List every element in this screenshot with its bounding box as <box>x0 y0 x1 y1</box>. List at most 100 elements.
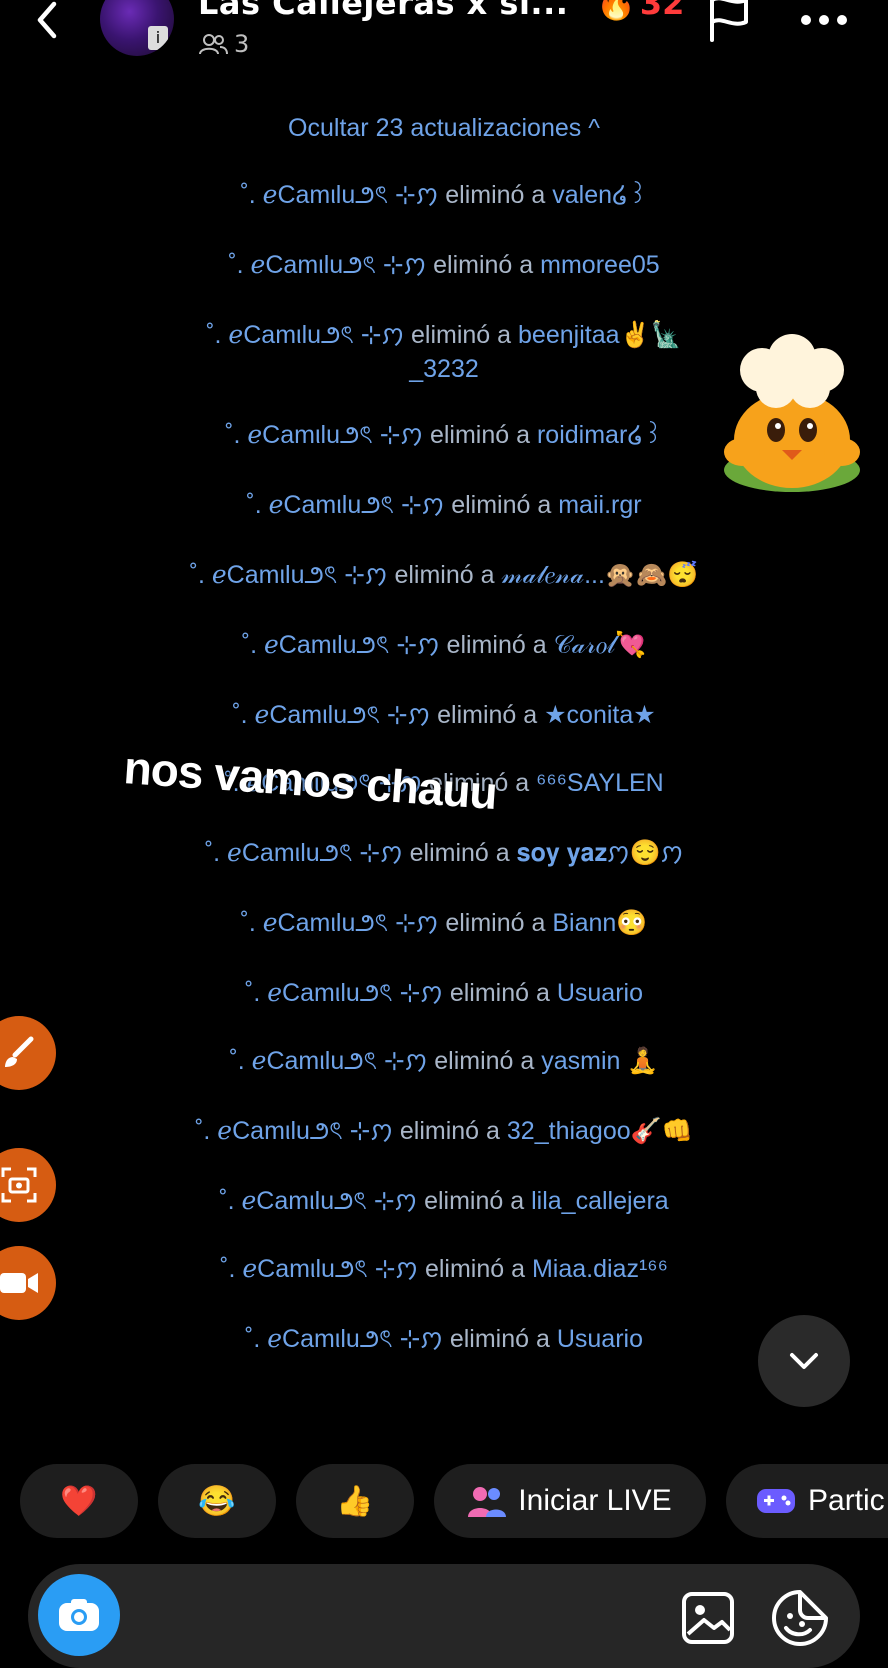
update-actor[interactable]: ˚. ℯCamιlu౨ৎ ⊹ꩀ <box>245 979 443 1007</box>
start-live-button[interactable]: Iniciar LIVE <box>434 1464 706 1538</box>
chevron-down-icon <box>790 1353 818 1369</box>
update-actor[interactable]: ˚. ℯCamιlu౨ৎ ⊹ꩀ <box>190 561 388 589</box>
update-target[interactable]: Miaa.diaz¹⁶⁶ <box>532 1255 668 1283</box>
heart-icon: ❤️ <box>60 1484 98 1518</box>
quick-reply-thumbs-up[interactable]: 👍 <box>296 1464 414 1538</box>
update-row: ˚. ℯCamιlu౨ৎ ⊹ꩀ eliminó a 32_thiagoo🎸👊 <box>0 1114 888 1148</box>
gallery-button[interactable] <box>680 1590 736 1646</box>
update-row: ˚. ℯCamιlu౨ৎ ⊹ꩀ eliminó a Biann😳 <box>0 906 888 940</box>
update-actor[interactable]: ˚. ℯCamιlu౨ৎ ⊹ꩀ <box>205 839 403 867</box>
update-target[interactable]: 32_thiagoo🎸👊 <box>507 1117 693 1145</box>
update-row: ˚. ℯCamιlu౨ৎ ⊹ꩀ eliminó a ★conita★ <box>0 698 888 732</box>
update-target[interactable]: mmoree05 <box>540 251 660 279</box>
update-target[interactable]: Biann😳 <box>552 909 647 937</box>
update-actor[interactable]: ˚. ℯCamιlu౨ৎ ⊹ꩀ <box>241 909 439 937</box>
laughing-face-icon: 😂 <box>198 1484 236 1518</box>
update-verb: eliminó a <box>399 1117 500 1145</box>
update-target-continued[interactable]: _3232 <box>409 355 479 383</box>
more-icon <box>801 15 847 25</box>
report-button[interactable] <box>706 0 752 42</box>
update-target[interactable]: ★conita★ <box>544 701 656 729</box>
update-actor[interactable]: ˚. ℯCamιlu౨ৎ ⊹ꩀ <box>240 181 438 209</box>
camera-icon <box>59 1599 99 1631</box>
update-actor[interactable]: ˚. ℯCamιlu౨ৎ ⊹ꩀ <box>242 631 440 659</box>
image-gallery-icon <box>682 1592 734 1644</box>
chick-sticker[interactable] <box>712 330 872 500</box>
update-row: ˚. ℯCamιlu౨ৎ ⊹ꩀ eliminó a 𝓂𝒶𝓁𝑒𝓃𝒶...🙊🙈😴 <box>0 558 888 592</box>
update-verb: eliminó a <box>451 491 552 519</box>
back-button[interactable] <box>28 0 68 40</box>
update-actor[interactable]: ˚. ℯCamιlu౨ৎ ⊹ꩀ <box>219 1187 417 1215</box>
streak-count: 32 <box>639 0 685 22</box>
people-icon <box>199 34 228 55</box>
update-target[interactable]: 𝐬𝐨𝐲 𝐲𝐚𝐳ꩀ😌ꩀ <box>517 839 684 867</box>
update-row: ˚. ℯCamιlu౨ৎ ⊹ꩀ eliminó a 𝐬𝐨𝐲 𝐲𝐚𝐳ꩀ😌ꩀ <box>0 836 888 870</box>
update-actor[interactable]: ˚. ℯCamιlu౨ৎ ⊹ꩀ <box>228 251 426 279</box>
fire-icon: 🔥 <box>596 0 636 22</box>
update-row: ˚. ℯCamιlu౨ৎ ⊹ꩀ eliminó a Usuario <box>0 976 888 1010</box>
update-verb: eliminó a <box>429 421 531 449</box>
streak-badge[interactable]: 🔥 32 <box>596 0 684 22</box>
update-target[interactable]: Usuario <box>557 1325 643 1353</box>
scroll-down-button[interactable] <box>758 1315 850 1407</box>
overlay-caption: nos vamos chauu <box>122 741 499 819</box>
update-actor[interactable]: ˚. ℯCamιlu౨ৎ ⊹ꩀ <box>206 321 404 349</box>
update-row: ˚. ℯCamιlu౨ৎ ⊹ꩀ eliminó a valen໒꒱ <box>0 178 888 212</box>
brush-tool-button[interactable] <box>0 1016 56 1090</box>
chick-sticker-icon <box>724 334 860 492</box>
sticker-icon <box>772 1590 828 1646</box>
more-options-button[interactable] <box>798 4 850 34</box>
update-verb: eliminó a <box>394 561 495 589</box>
update-verb: eliminó a <box>434 1047 535 1075</box>
update-actor[interactable]: ˚. ℯCamιlu౨ৎ ⊹ꩀ <box>195 1117 393 1145</box>
start-live-label: Iniciar LIVE <box>518 1484 672 1517</box>
update-actor[interactable]: ˚. ℯCamιlu౨ৎ ⊹ꩀ <box>229 1047 427 1075</box>
hide-updates-toggle[interactable]: Ocultar 23 actualizaciones ^ <box>0 114 888 143</box>
chevron-left-icon <box>37 1 57 39</box>
update-row: ˚. ℯCamιlu౨ৎ ⊹ꩀ eliminó a Usuario <box>0 1322 888 1356</box>
brush-icon <box>5 1036 34 1067</box>
avatar-badge: i <box>148 26 168 50</box>
update-target[interactable]: maii.rgr <box>558 491 641 519</box>
group-avatar[interactable]: i <box>100 0 174 56</box>
update-row: ˚. ℯCamιlu౨ৎ ⊹ꩀ eliminó a 𝒞𝒶𝓇𝑜𝓁💘 <box>0 628 888 662</box>
update-target[interactable]: lila_callejera <box>531 1187 669 1215</box>
update-verb: eliminó a <box>446 631 547 659</box>
update-target[interactable]: ⁶⁶⁶SAYLEN <box>536 769 664 797</box>
update-verb: eliminó a <box>424 1187 525 1215</box>
members-count-label: 3 <box>234 30 250 58</box>
update-row: ˚. ℯCamιlu౨ৎ ⊹ꩀ eliminó a Miaa.diaz¹⁶⁶ <box>0 1252 888 1286</box>
update-row: ˚. ℯCamιlu౨ৎ ⊹ꩀ eliminó a mmoree05 <box>0 248 888 282</box>
update-target[interactable]: Usuario <box>557 979 643 1007</box>
update-actor[interactable]: ˚. ℯCamιlu౨ৎ ⊹ꩀ <box>245 1325 443 1353</box>
quick-reply-heart[interactable]: ❤️ <box>20 1464 138 1538</box>
update-verb: eliminó a <box>437 701 538 729</box>
camera-button[interactable] <box>38 1574 120 1656</box>
update-verb: eliminó a <box>449 979 550 1007</box>
sticker-button[interactable] <box>770 1588 830 1648</box>
update-verb: eliminó a <box>445 909 546 937</box>
update-target[interactable]: beenjitaa✌🗽 <box>518 321 682 349</box>
update-target[interactable]: 𝒞𝒶𝓇𝑜𝓁💘 <box>554 631 647 659</box>
people-live-icon <box>468 1487 507 1517</box>
update-actor[interactable]: ˚. ℯCamιlu౨ৎ ⊹ꩀ <box>220 1255 418 1283</box>
update-target[interactable]: 𝓂𝒶𝓁𝑒𝓃𝒶...🙊🙈😴 <box>501 561 698 589</box>
chat-title[interactable]: Las Callejeras x si... <box>198 0 568 22</box>
update-target[interactable]: roidimar໒꒱ <box>537 421 663 449</box>
members-count[interactable]: 3 <box>198 30 249 58</box>
update-target[interactable]: valen໒꒱ <box>552 181 647 209</box>
update-actor[interactable]: ˚. ℯCamιlu౨ৎ ⊹ꩀ <box>225 421 423 449</box>
update-verb: eliminó a <box>433 251 534 279</box>
update-verb: eliminó a <box>411 321 512 349</box>
update-actor[interactable]: ˚. ℯCamιlu౨ৎ ⊹ꩀ <box>246 491 444 519</box>
flag-icon <box>710 0 748 42</box>
screenshot-icon <box>1 1167 37 1203</box>
update-actor[interactable]: ˚. ℯCamιlu౨ৎ ⊹ꩀ <box>232 701 430 729</box>
quick-reply-laugh[interactable]: 😂 <box>158 1464 276 1538</box>
games-button[interactable]: Partic <box>726 1464 888 1538</box>
video-camera-icon <box>0 1273 38 1293</box>
thumbs-up-icon: 👍 <box>336 1484 374 1518</box>
update-target[interactable]: yasmin 🧘 <box>541 1047 658 1075</box>
game-controller-icon <box>757 1489 795 1513</box>
update-verb: eliminó a <box>424 1255 525 1283</box>
